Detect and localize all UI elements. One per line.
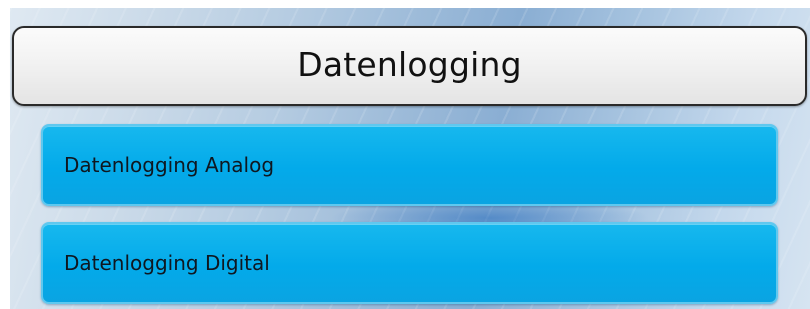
- page-title-bar: Datenlogging: [12, 26, 807, 106]
- screen: Datenlogging Datenlogging Analog Datenlo…: [0, 0, 810, 309]
- datenlogging-analog-button[interactable]: Datenlogging Analog: [41, 124, 778, 206]
- menu-item-label: Datenlogging Analog: [64, 153, 275, 177]
- page-title: Datenlogging: [297, 44, 522, 84]
- menu-item-label: Datenlogging Digital: [64, 251, 270, 275]
- datenlogging-digital-button[interactable]: Datenlogging Digital: [41, 222, 778, 304]
